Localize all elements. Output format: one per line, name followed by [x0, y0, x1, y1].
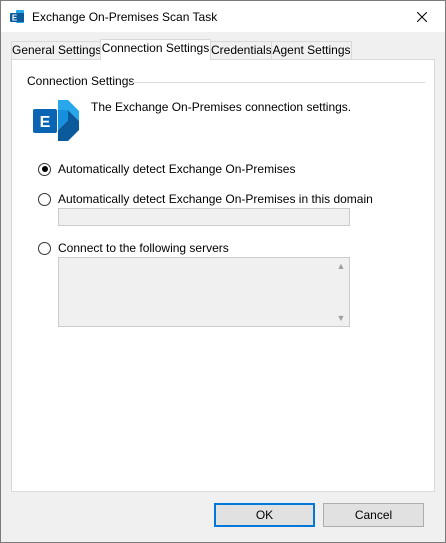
window-title: Exchange On-Premises Scan Task: [32, 10, 218, 24]
close-button[interactable]: [399, 1, 445, 32]
servers-list[interactable]: ▲ ▼: [58, 257, 350, 327]
svg-text:E: E: [40, 114, 51, 131]
tab-connection-settings[interactable]: Connection Settings: [100, 39, 211, 60]
cancel-label: Cancel: [354, 508, 393, 522]
radio-auto-detect[interactable]: Automatically detect Exchange On-Premise…: [38, 162, 295, 176]
domain-input[interactable]: [58, 208, 350, 226]
servers-list-scrollbar[interactable]: ▲ ▼: [333, 258, 349, 326]
radio-button[interactable]: [38, 162, 51, 176]
radio-label: Connect to the following servers: [58, 241, 229, 255]
scroll-down-icon[interactable]: ▼: [333, 310, 349, 326]
tab-credentials[interactable]: Credentials: [210, 41, 272, 59]
ok-button[interactable]: OK: [214, 503, 315, 527]
close-icon: [417, 11, 427, 22]
description-text: The Exchange On-Premises connection sett…: [91, 100, 352, 114]
radio-connect-servers[interactable]: Connect to the following servers: [38, 241, 229, 255]
radio-button[interactable]: [38, 192, 51, 206]
exchange-app-icon: E: [10, 10, 24, 23]
tab-agent-settings[interactable]: Agent Settings: [271, 41, 352, 59]
cancel-button[interactable]: Cancel: [323, 503, 424, 527]
tab-label: General Settings: [12, 43, 102, 57]
svg-text:E: E: [12, 14, 18, 23]
title-bar[interactable]: E Exchange On-Premises Scan Task: [1, 1, 445, 32]
group-label: Connection Settings: [27, 74, 135, 88]
radio-label: Automatically detect Exchange On-Premise…: [58, 162, 296, 176]
radio-button[interactable]: [38, 241, 51, 255]
radio-auto-detect-domain[interactable]: Automatically detect Exchange On-Premise…: [38, 192, 373, 206]
dialog-window: E Exchange On-Premises Scan Task General…: [0, 0, 446, 543]
ok-label: OK: [255, 508, 274, 522]
tab-panel: Connection Settings E The Exchange On-Pr…: [11, 59, 435, 492]
group-divider: [128, 82, 425, 83]
tab-label: Credentials: [211, 43, 272, 57]
exchange-icon: E: [33, 100, 79, 141]
radio-label: Automatically detect Exchange On-Premise…: [58, 192, 373, 206]
tab-general-settings[interactable]: General Settings: [11, 41, 101, 59]
tab-label: Connection Settings: [101, 41, 210, 55]
scroll-up-icon[interactable]: ▲: [333, 258, 349, 274]
tab-label: Agent Settings: [272, 43, 351, 57]
